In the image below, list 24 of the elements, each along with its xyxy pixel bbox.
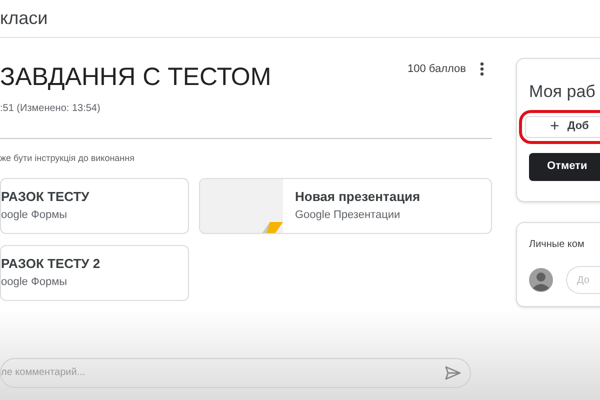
assignment-title: ЗАВДАННЯ С ТЕСТОМ bbox=[0, 62, 272, 93]
attachment-title: РАЗОК ТЕСТУ 2 bbox=[1, 256, 100, 272]
file-thumbnail-icon bbox=[200, 178, 283, 232]
comment-field[interactable]: ле комментарий... bbox=[0, 358, 471, 388]
class-name[interactable]: класи bbox=[0, 5, 48, 32]
my-work-title: Моя раб bbox=[529, 81, 596, 103]
more-icon[interactable] bbox=[480, 62, 484, 76]
attachment-type: oogle Формы bbox=[1, 208, 68, 222]
private-comments-title: Личные ком bbox=[529, 238, 586, 252]
instructions-text: же бути інструкція до виконання bbox=[0, 152, 136, 165]
private-comment-field[interactable]: До bbox=[566, 266, 600, 294]
attachment-card[interactable]: РАЗОК ТЕСТУ oogle Формы bbox=[0, 178, 189, 234]
attachment-card[interactable]: Новая презентация Google Презентации bbox=[199, 178, 492, 234]
mark-done-button[interactable]: Отмети bbox=[529, 152, 600, 180]
attachment-type: Google Презентации bbox=[295, 208, 402, 222]
send-icon[interactable] bbox=[445, 366, 461, 380]
add-button[interactable]: + Доб bbox=[525, 116, 600, 138]
avatar-icon bbox=[529, 268, 553, 292]
assignment-meta: :51 (Изменено: 13:54) bbox=[0, 102, 102, 116]
attachment-title: Новая презентация bbox=[295, 188, 420, 204]
attachment-title: РАЗОК ТЕСТУ bbox=[1, 188, 90, 204]
points-label: 100 баллов bbox=[408, 62, 466, 77]
attachment-card[interactable]: РАЗОК ТЕСТУ 2 oogle Формы bbox=[0, 244, 189, 300]
attachment-type: oogle Формы bbox=[1, 274, 68, 290]
